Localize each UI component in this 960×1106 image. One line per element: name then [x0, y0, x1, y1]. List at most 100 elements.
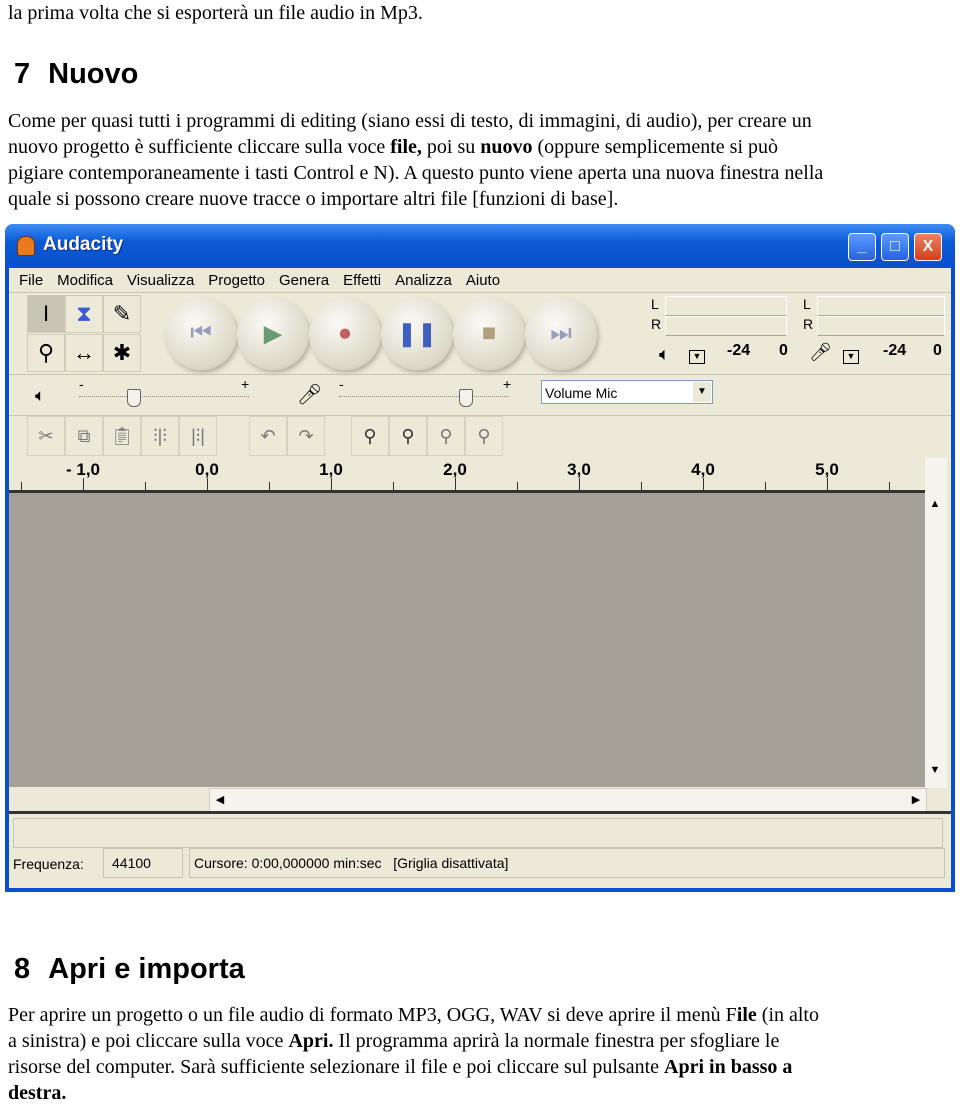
window-title: Audacity — [43, 234, 124, 255]
meter-r-label: R — [651, 316, 662, 332]
scroll-left-icon[interactable]: ◀ — [210, 793, 230, 806]
record-button[interactable]: ● — [309, 298, 381, 370]
para-line: a sinistra) e poi cliccare sulla voce Ap… — [8, 1030, 780, 1052]
copy-icon[interactable]: ⧉ — [65, 416, 103, 456]
ruler-label: 2,0 — [443, 460, 467, 479]
menu-analizza[interactable]: Analizza — [395, 272, 452, 289]
meter-l-label: L — [803, 296, 811, 312]
scroll-up-icon[interactable]: ▲ — [925, 498, 945, 510]
menu-aiuto[interactable]: Aiuto — [466, 272, 500, 289]
draw-tool-icon[interactable]: ✎ — [103, 295, 141, 333]
ruler-tick — [703, 478, 704, 490]
zoom-in-icon[interactable]: ⚲ — [351, 416, 389, 456]
silence-icon[interactable]: |⫶| — [179, 416, 217, 456]
output-volume-slider[interactable] — [79, 389, 249, 407]
scroll-right-icon[interactable]: ▶ — [906, 793, 926, 806]
menu-visualizza[interactable]: Visualizza — [127, 272, 194, 289]
horizontal-scrollbar[interactable]: ◀ ▶ — [209, 788, 927, 812]
input-source-select[interactable]: Volume Mic ▼ — [541, 380, 713, 404]
para-line: destra. — [8, 1082, 67, 1104]
close-button[interactable]: X — [914, 233, 942, 261]
meter-scale-label: 0 — [933, 342, 942, 359]
ruler-tick — [517, 482, 518, 490]
scroll-down-icon[interactable]: ▼ — [925, 764, 945, 776]
status-text: Cursore: 0:00,000000 min:sec [Griglia di… — [189, 848, 945, 878]
ruler-label: - 1,0 — [65, 460, 101, 479]
skip-end-button[interactable]: ⏭ — [525, 298, 597, 370]
ruler-tick — [331, 478, 332, 490]
output-meter-left — [665, 296, 787, 316]
menu-file[interactable]: File — [19, 272, 43, 289]
menu-bar: File Modifica Visualizza Progetto Genera… — [9, 268, 951, 293]
timeshift-tool-icon[interactable]: ↔ — [65, 334, 103, 372]
para-line: Per aprire un progetto o un file audio d… — [8, 1004, 819, 1026]
output-volume-icon: 🔈︎ — [35, 386, 46, 405]
redo-icon[interactable]: ↷ — [287, 416, 325, 456]
audacity-window-screenshot: Audacity _ □ X File Modifica Visualizza … — [5, 224, 955, 892]
menu-effetti[interactable]: Effetti — [343, 272, 381, 289]
ruler-tick — [765, 482, 766, 490]
slider-thumb[interactable] — [459, 389, 473, 407]
fit-selection-icon[interactable]: ⚲ — [427, 416, 465, 456]
menu-genera[interactable]: Genera — [279, 272, 329, 289]
slider-plus: + — [241, 376, 250, 392]
ruler-tick — [207, 478, 208, 490]
stop-button[interactable]: ■ — [453, 298, 525, 370]
ruler-tick — [827, 478, 828, 490]
ruler-tick — [269, 482, 270, 490]
section-7-heading: 7 Nuovo — [14, 58, 139, 90]
input-meter-menu-button[interactable]: ▼ — [843, 350, 859, 364]
para-line: risorse del computer. Sarà sufficiente s… — [8, 1056, 793, 1078]
envelope-tool-icon[interactable]: ⧗ — [65, 295, 103, 333]
selection-tool-icon[interactable]: I — [27, 295, 65, 333]
undo-icon[interactable]: ↶ — [249, 416, 287, 456]
frequency-field[interactable]: 44100 — [103, 848, 183, 878]
slider-minus: - — [339, 376, 344, 392]
ruler-label: 1,0 — [319, 460, 343, 479]
input-meter-right — [817, 316, 945, 336]
track-area[interactable] — [9, 493, 925, 787]
minimize-button[interactable]: _ — [848, 233, 876, 261]
ruler-label: 3,0 — [567, 460, 591, 479]
menu-modifica[interactable]: Modifica — [57, 272, 113, 289]
input-volume-slider[interactable] — [339, 389, 509, 407]
menu-progetto[interactable]: Progetto — [208, 272, 265, 289]
para-line: nuovo progetto è sufficiente cliccare su… — [8, 136, 779, 158]
speaker-icon: 🔈︎ — [659, 344, 670, 364]
chevron-down-icon[interactable]: ▼ — [693, 382, 711, 402]
timeline-ruler[interactable]: - 1,0 0,0 1,0 2,0 3,0 4,0 5,0 — [9, 458, 925, 493]
trim-icon[interactable]: ⫶|⫶ — [141, 416, 179, 456]
meter-scale-label: 0 — [779, 342, 788, 359]
slider-plus: + — [503, 376, 512, 392]
ruler-tick — [455, 478, 456, 490]
meter-scale-label: -24 — [727, 342, 751, 359]
ruler-tick — [641, 482, 642, 490]
title-bar: Audacity _ □ X — [5, 224, 955, 268]
ruler-tick — [21, 482, 22, 490]
para-line: pigiare contemporaneamente i tasti Contr… — [8, 162, 824, 184]
zoom-out-icon[interactable]: ⚲ — [389, 416, 427, 456]
multi-tool-icon[interactable]: ✱ — [103, 334, 141, 372]
slider-minus: - — [79, 376, 84, 392]
pause-button[interactable]: ❚❚ — [381, 298, 453, 370]
input-meter-left — [817, 296, 945, 316]
microphone-icon: 🎤︎ — [809, 342, 832, 362]
play-button[interactable]: ▶ — [237, 298, 309, 370]
slider-thumb[interactable] — [127, 389, 141, 407]
meter-scale-label: -24 — [883, 342, 907, 359]
zoom-tool-icon[interactable]: ⚲ — [27, 334, 65, 372]
paste-icon[interactable]: 📋︎ — [103, 416, 141, 456]
microphone-icon: 🎤︎ — [297, 384, 323, 406]
maximize-button[interactable]: □ — [881, 233, 909, 261]
vertical-scrollbar[interactable]: ▲ ▼ — [925, 458, 947, 788]
ruler-tick — [889, 482, 890, 490]
frequency-label: Frequenza: — [13, 856, 84, 872]
output-meter-menu-button[interactable]: ▼ — [689, 350, 705, 364]
meter-r-label: R — [803, 316, 814, 332]
section-8-heading: 8 Apri e importa — [14, 953, 245, 985]
skip-start-button[interactable]: ⏮ — [165, 298, 237, 370]
fit-project-icon[interactable]: ⚲ — [465, 416, 503, 456]
cut-icon[interactable]: ✂ — [27, 416, 65, 456]
meter-l-label: L — [651, 296, 659, 312]
ruler-tick — [393, 482, 394, 490]
